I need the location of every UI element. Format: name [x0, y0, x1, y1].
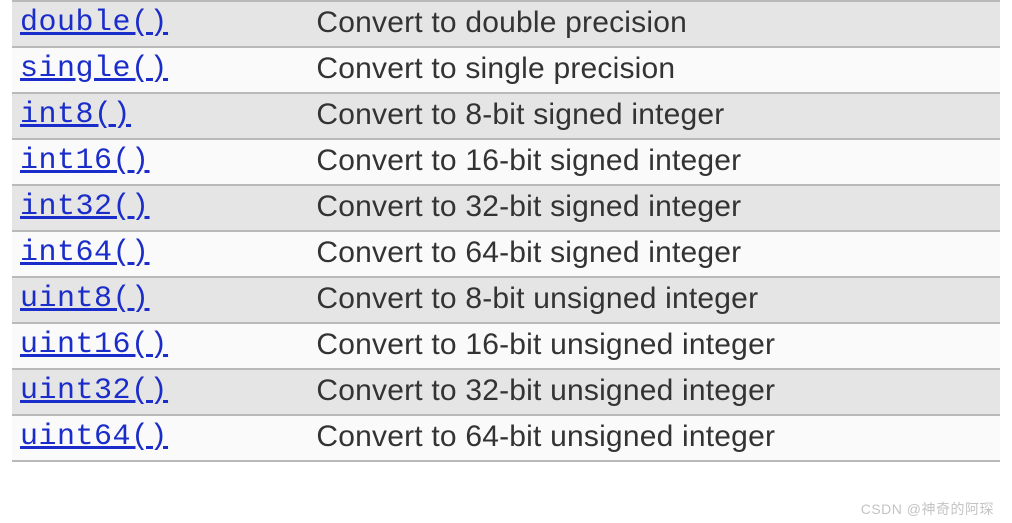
function-link[interactable]: int16(): [20, 144, 150, 178]
table-row: double() Convert to double precision: [12, 1, 1000, 47]
table-row: int64() Convert to 64-bit signed integer: [12, 231, 1000, 277]
table-row: uint64() Convert to 64-bit unsigned integ…: [12, 415, 1000, 461]
description-cell: Convert to 8-bit signed integer: [308, 93, 1000, 139]
function-link[interactable]: double(): [20, 6, 168, 40]
description-text: Convert to 32-bit unsigned integer: [316, 374, 775, 407]
function-link[interactable]: uint8(): [20, 282, 150, 316]
function-cell: single(): [12, 47, 308, 93]
type-conversion-table: double() Convert to double precision singl…: [12, 0, 1000, 462]
description-text: Convert to 8-bit unsigned integer: [316, 282, 758, 315]
watermark: CSDN @神奇的阿琛: [861, 499, 994, 519]
function-link[interactable]: uint32(): [20, 374, 168, 408]
description-text: Convert to 8-bit signed integer: [316, 98, 724, 131]
function-cell: int16(): [12, 139, 308, 185]
table-row: single() Convert to single precision: [12, 47, 1000, 93]
description-text: Convert to 64-bit unsigned integer: [316, 420, 775, 453]
table-row: int8() Convert to 8-bit signed integer: [12, 93, 1000, 139]
function-cell: uint8(): [12, 277, 308, 323]
description-text: Convert to 16-bit signed integer: [316, 144, 741, 177]
description-text: Convert to 16-bit unsigned integer: [316, 328, 775, 361]
description-cell: Convert to 16-bit signed integer: [308, 139, 1000, 185]
function-cell: uint16(): [12, 323, 308, 369]
description-cell: Convert to 32-bit unsigned integer: [308, 369, 1000, 415]
table-body: double() Convert to double precision singl…: [12, 1, 1000, 461]
description-cell: Convert to 64-bit unsigned integer: [308, 415, 1000, 461]
description-cell: Convert to 16-bit unsigned integer: [308, 323, 1000, 369]
description-cell: Convert to double precision: [308, 1, 1000, 47]
table-row: uint32() Convert to 32-bit unsigned integ…: [12, 369, 1000, 415]
description-text: Convert to single precision: [316, 52, 675, 85]
description-cell: Convert to single precision: [308, 47, 1000, 93]
description-cell: Convert to 32-bit signed integer: [308, 185, 1000, 231]
function-link[interactable]: single(): [20, 52, 168, 86]
description-text: Convert to 32-bit signed integer: [316, 190, 741, 223]
function-cell: uint32(): [12, 369, 308, 415]
function-cell: int32(): [12, 185, 308, 231]
function-link[interactable]: uint16(): [20, 328, 168, 362]
function-cell: double(): [12, 1, 308, 47]
function-cell: int8(): [12, 93, 308, 139]
description-text: Convert to double precision: [316, 6, 687, 39]
description-cell: Convert to 8-bit unsigned integer: [308, 277, 1000, 323]
description-cell: Convert to 64-bit signed integer: [308, 231, 1000, 277]
function-cell: int64(): [12, 231, 308, 277]
table-row: int32() Convert to 32-bit signed integer: [12, 185, 1000, 231]
description-text: Convert to 64-bit signed integer: [316, 236, 741, 269]
page: double() Convert to double precision singl…: [0, 0, 1012, 523]
function-link[interactable]: int64(): [20, 236, 150, 270]
function-link[interactable]: uint64(): [20, 420, 168, 454]
function-link[interactable]: int8(): [20, 98, 131, 132]
function-link[interactable]: int32(): [20, 190, 150, 224]
table-row: int16() Convert to 16-bit signed integer: [12, 139, 1000, 185]
function-cell: uint64(): [12, 415, 308, 461]
table-row: uint8() Convert to 8-bit unsigned integer: [12, 277, 1000, 323]
table-row: uint16() Convert to 16-bit unsigned integ…: [12, 323, 1000, 369]
